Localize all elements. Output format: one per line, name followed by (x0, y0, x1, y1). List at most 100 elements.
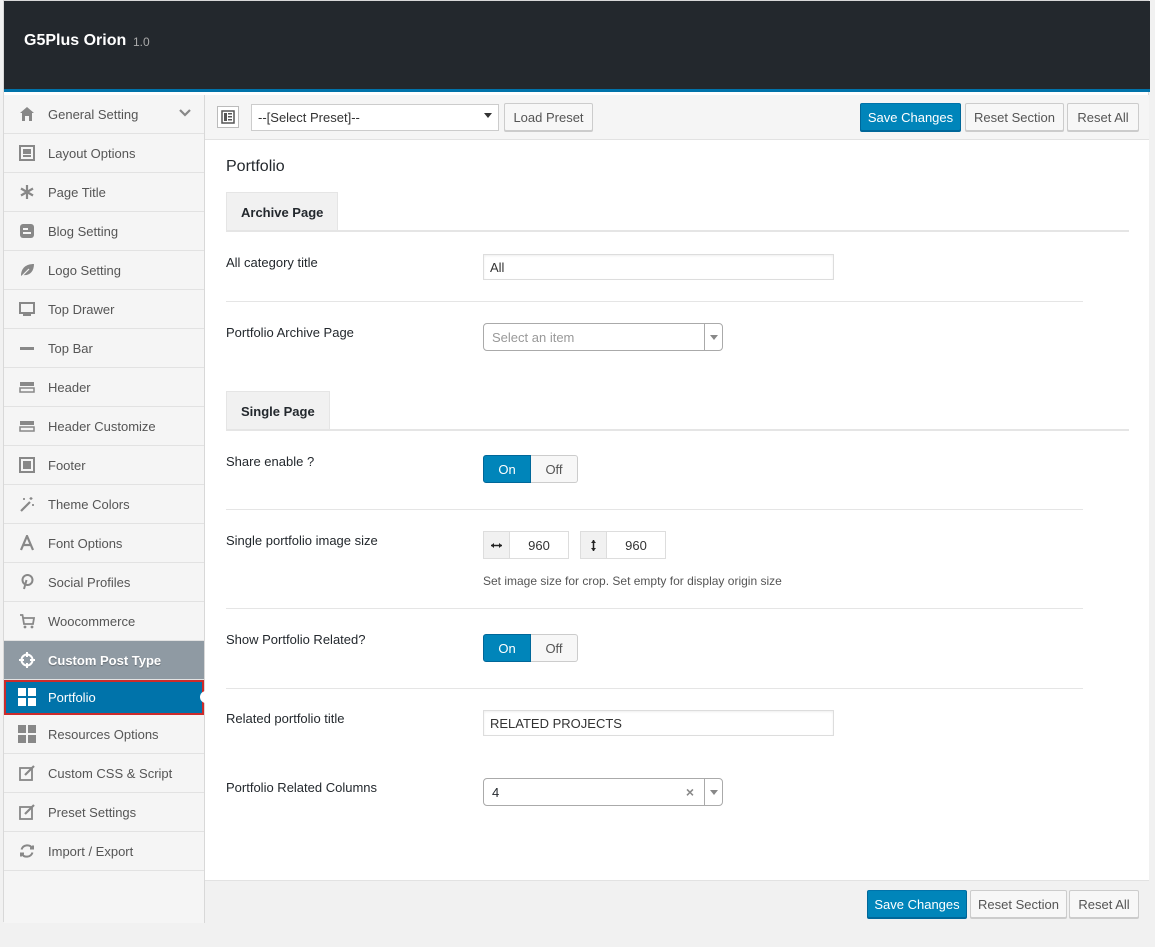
sidebar-item-top-drawer[interactable]: Top Drawer (4, 290, 204, 329)
sidebar-item-label: Custom CSS & Script (48, 765, 173, 781)
sidebar-item-label: Theme Colors (48, 496, 130, 512)
share-enable-label: Share enable ? (226, 454, 315, 469)
sidebar-item-header-customize[interactable]: Header Customize (4, 407, 204, 446)
sidebar-item-label: Top Drawer (48, 301, 115, 317)
sidebar-item-label: Header Customize (48, 418, 156, 434)
sidebar-item-footer[interactable]: Footer (4, 446, 204, 485)
grid-icon (18, 688, 36, 706)
app-header: G5Plus Orion 1.0 (4, 1, 1150, 92)
toggle-off-button[interactable]: Off (531, 455, 578, 483)
image-height-field[interactable]: 960 (580, 531, 666, 559)
cart-icon (18, 612, 36, 630)
reset-all-button[interactable]: Reset All (1069, 890, 1139, 918)
header-icon (18, 417, 36, 435)
crosshair-icon (18, 651, 36, 669)
preset-layout-icon[interactable] (217, 106, 239, 128)
reset-all-button[interactable]: Reset All (1067, 103, 1139, 131)
sidebar-item-label: Woocommerce (48, 613, 136, 629)
tab-single-page[interactable]: Single Page (226, 391, 330, 430)
sidebar-item-label: Portfolio (48, 689, 96, 705)
dropdown-arrow-icon (704, 779, 722, 805)
sidebar-item-label: Header (48, 379, 91, 395)
font-icon (18, 534, 36, 552)
sidebar-item-theme-colors[interactable]: Theme Colors (4, 485, 204, 524)
load-preset-button[interactable]: Load Preset (504, 103, 593, 131)
sidebar-item-label: General Setting (48, 106, 139, 122)
sidebar-item-header[interactable]: Header (4, 368, 204, 407)
tab-archive-page[interactable]: Archive Page (226, 192, 339, 231)
toggle-on-button[interactable]: On (483, 634, 531, 662)
divider (226, 688, 1083, 689)
divider (226, 509, 1083, 510)
related-columns-select[interactable]: 4 × (483, 778, 723, 806)
sidebar-item-blog-setting[interactable]: Blog Setting (4, 212, 204, 251)
toolbar: --[Select Preset]-- Load Preset Save Cha… (205, 95, 1149, 140)
reset-section-button[interactable]: Reset Section (965, 103, 1064, 131)
sidebar-item-custom-css-script[interactable]: Custom CSS & Script (4, 754, 204, 793)
sidebar-item-page-title[interactable]: Page Title (4, 173, 204, 212)
sidebar-group-custom-post-type[interactable]: Custom Post Type (4, 641, 204, 680)
save-changes-button[interactable]: Save Changes (867, 890, 967, 918)
sidebar-item-label: Page Title (48, 184, 106, 200)
grid-icon (18, 725, 36, 743)
image-size-hint: Set image size for crop. Set empty for d… (483, 574, 782, 588)
sidebar-item-label: Resources Options (48, 726, 159, 742)
tab-divider (226, 429, 1129, 431)
sidebar-item-woocommerce[interactable]: Woocommerce (4, 602, 204, 641)
all-category-title-input[interactable]: All (483, 254, 834, 280)
monitor-icon (18, 300, 36, 318)
dropdown-arrow-icon (484, 113, 492, 118)
image-height-input[interactable]: 960 (607, 531, 666, 559)
reset-section-button[interactable]: Reset Section (970, 890, 1067, 918)
section-title: Portfolio (226, 158, 285, 175)
show-related-toggle[interactable]: On Off (483, 634, 578, 662)
sidebar-item-label: Logo Setting (48, 262, 122, 278)
save-changes-button[interactable]: Save Changes (860, 103, 961, 131)
preset-select-value: --[Select Preset]-- (258, 110, 360, 125)
select-placeholder: Select an item (492, 330, 575, 345)
divider (226, 608, 1083, 609)
chevron-down-icon[interactable] (178, 106, 192, 123)
app-title: G5Plus Orion (24, 32, 127, 49)
footer-icon (18, 456, 36, 474)
sidebar-item-portfolio[interactable]: Portfolio (4, 680, 209, 715)
sidebar-item-import-export[interactable]: Import / Export (4, 832, 204, 871)
toggle-off-button[interactable]: Off (531, 634, 578, 662)
pinterest-icon (18, 573, 36, 591)
minus-icon (18, 339, 36, 357)
edit-icon (18, 764, 36, 782)
options-panel: G5Plus Orion 1.0 General Setting Layout … (3, 0, 1150, 923)
image-width-field[interactable]: 960 (483, 531, 569, 559)
sidebar-item-preset-settings[interactable]: Preset Settings (4, 793, 204, 832)
clear-icon[interactable]: × (686, 784, 694, 800)
show-related-label: Show Portfolio Related? (226, 632, 366, 647)
sidebar-item-font-options[interactable]: Font Options (4, 524, 204, 563)
magic-wand-icon (18, 495, 36, 513)
sidebar-item-general-setting[interactable]: General Setting (4, 95, 204, 134)
layout-icon (18, 144, 36, 162)
portfolio-archive-page-label: Portfolio Archive Page (226, 325, 354, 340)
related-title-input[interactable]: RELATED PROJECTS (483, 710, 834, 736)
preset-select[interactable]: --[Select Preset]-- (251, 104, 499, 131)
sidebar-item-top-bar[interactable]: Top Bar (4, 329, 204, 368)
portfolio-archive-page-select[interactable]: Select an item (483, 323, 723, 351)
blogger-icon (18, 222, 36, 240)
divider (226, 301, 1083, 302)
image-size-label: Single portfolio image size (226, 533, 378, 548)
home-icon (18, 105, 36, 123)
sidebar-item-label: Import / Export (48, 843, 134, 859)
sidebar-item-logo-setting[interactable]: Logo Setting (4, 251, 204, 290)
sidebar-item-resources-options[interactable]: Resources Options (4, 715, 204, 754)
sidebar-item-layout-options[interactable]: Layout Options (4, 134, 204, 173)
sidebar-item-label: Custom Post Type (48, 652, 162, 668)
sidebar-item-social-profiles[interactable]: Social Profiles (4, 563, 204, 602)
sidebar-item-label: Blog Setting (48, 223, 119, 239)
height-arrows-icon (580, 531, 607, 559)
sidebar-item-label: Social Profiles (48, 574, 131, 590)
related-title-label: Related portfolio title (226, 711, 345, 726)
share-enable-toggle[interactable]: On Off (483, 455, 578, 483)
select-value: 4 (492, 785, 500, 800)
image-width-input[interactable]: 960 (510, 531, 569, 559)
width-arrows-icon (483, 531, 510, 559)
toggle-on-button[interactable]: On (483, 455, 531, 483)
